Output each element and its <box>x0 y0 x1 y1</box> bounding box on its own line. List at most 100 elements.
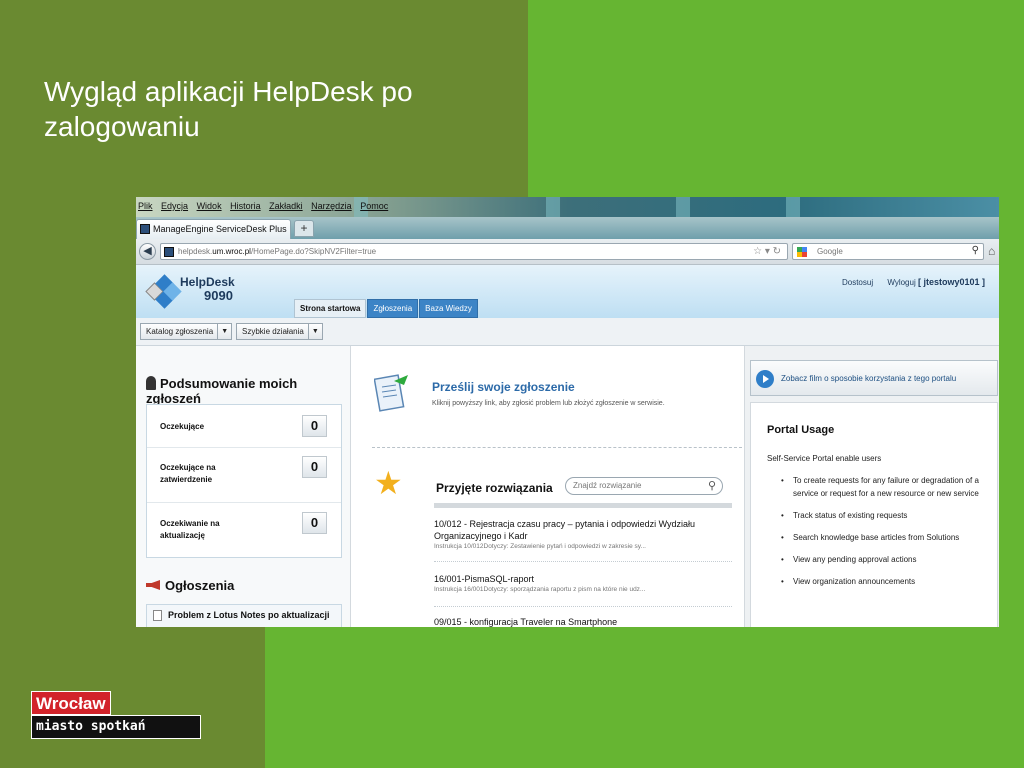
portal-usage-list: To create requests for any failure or de… <box>781 474 986 597</box>
portal-usage-intro: Self-Service Portal enable users <box>767 454 882 463</box>
url-path: /HomePage.do?SkipNV2Filter=true <box>250 247 377 256</box>
menu-zakladki[interactable]: Zakładki <box>269 201 303 211</box>
summary-row-count[interactable]: 0 <box>302 415 327 437</box>
decorative-stripe <box>546 197 560 217</box>
chevron-down-icon: ▼ <box>307 324 322 339</box>
wroclaw-logo-top: Wrocław <box>31 691 111 715</box>
announcements-heading: Ogłoszenia <box>146 578 234 593</box>
summary-row-count[interactable]: 0 <box>302 456 327 478</box>
chevron-down-icon: ▼ <box>217 324 231 339</box>
submit-request-icon <box>374 374 408 412</box>
summary-row-label: Oczekujące <box>160 422 205 431</box>
submit-request-link[interactable]: Prześlij swoje zgłoszenie <box>432 380 575 394</box>
left-column: Podsumowanie moich zgłoszeń Oczekujące 0… <box>136 346 351 627</box>
solution-item[interactable]: 10/012 - Rejestracja czasu pracy – pytan… <box>434 518 732 562</box>
quick-actions-dropdown[interactable]: Szybkie działania ▼ <box>236 323 323 340</box>
list-item: Track status of existing requests <box>781 509 986 522</box>
app-toolbar: Katalog zgłoszenia ▼ Szybkie działania ▼ <box>136 318 999 346</box>
document-icon <box>153 610 162 621</box>
google-icon <box>797 247 807 257</box>
menu-plik[interactable]: Plik <box>138 201 153 211</box>
summary-row-count[interactable]: 0 <box>302 512 327 534</box>
site-favicon-icon <box>164 247 174 257</box>
menu-narzedzia[interactable]: Narzędzia <box>311 201 352 211</box>
logo-number: 9090 <box>204 288 233 303</box>
summary-row-pending[interactable]: Oczekujące 0 <box>147 405 341 448</box>
browser-tab[interactable]: ManageEngine ServiceDesk Plus <box>136 219 291 239</box>
solutions-header-bar <box>434 503 732 508</box>
user-icon <box>146 376 156 390</box>
helpdesk-logo-icon <box>145 274 182 309</box>
header-links: Dostosuj Wyloguj [ jtestowy0101 ] <box>830 277 985 287</box>
logout-link[interactable]: Wyloguj <box>887 278 915 287</box>
solution-desc: Instrukcja 16/001Dotyczy: sporządzania r… <box>434 586 646 593</box>
app-tabs: Strona startowa Zgłoszenia Baza Wiedzy <box>294 299 479 318</box>
url-prefix: helpdesk. <box>178 247 213 256</box>
summary-title: Podsumowanie moich zgłoszeń <box>146 376 298 406</box>
submit-request-description: Kliknij powyższy link, aby zgłosić probl… <box>432 400 665 407</box>
url-domain: um.wroc.pl <box>212 247 251 256</box>
menu-edycja[interactable]: Edycja <box>161 201 188 211</box>
search-icon[interactable]: ⚲ <box>708 479 716 492</box>
browser-menubar: Plik Edycja Widok Historia Zakładki Narz… <box>136 197 999 217</box>
customize-link[interactable]: Dostosuj <box>842 278 873 287</box>
wroclaw-logo: Wrocław miasto spotkań <box>31 691 201 739</box>
back-button[interactable]: ◀ <box>139 243 156 260</box>
new-tab-button[interactable]: + <box>294 220 314 237</box>
summary-heading: Podsumowanie moich zgłoszeń <box>146 376 350 406</box>
browser-tab-title: ManageEngine ServiceDesk Plus <box>153 224 287 234</box>
solution-item[interactable]: 09/015 - konfiguracja Traveler na Smartp… <box>434 616 732 627</box>
url-bar[interactable]: helpdesk.um.wroc.pl/HomePage.do?SkipNV2F… <box>160 243 788 260</box>
app-header: HelpDesk 9090 Dostosuj Wyloguj [ jtestow… <box>136 265 999 318</box>
solutions-title: Przyjęte rozwiązania <box>436 481 553 495</box>
announcement-item[interactable]: Problem z Lotus Notes po aktualizacji <box>146 604 342 627</box>
right-column: Zobacz film o sposobie korzystania z teg… <box>744 346 999 627</box>
summary-row-awaiting-update[interactable]: Oczekiwanie na aktualizację 0 <box>147 503 341 558</box>
tab-requests[interactable]: Zgłoszenia <box>367 299 419 318</box>
solution-title[interactable]: 16/001-PismaSQL-raport <box>434 573 732 585</box>
solution-title[interactable]: 10/012 - Rejestracja czasu pracy – pytan… <box>434 518 732 542</box>
video-tutorial-link[interactable]: Zobacz film o sposobie korzystania z teg… <box>750 360 998 396</box>
menu-historia[interactable]: Historia <box>230 201 261 211</box>
tab-home[interactable]: Strona startowa <box>294 299 367 318</box>
list-item: View organization announcements <box>781 575 986 588</box>
menu-pomoc[interactable]: Pomoc <box>360 201 388 211</box>
decorative-stripe <box>676 197 690 217</box>
solution-item[interactable]: 16/001-PismaSQL-raport Instrukcja 16/001… <box>434 573 732 607</box>
search-icon[interactable]: ⚲ <box>972 245 979 256</box>
quick-actions-label: Szybkie działania <box>242 327 304 336</box>
catalog-dropdown-label: Katalog zgłoszenia <box>146 327 214 336</box>
video-link-text: Zobacz film o sposobie korzystania z teg… <box>781 374 957 383</box>
catalog-dropdown[interactable]: Katalog zgłoszenia ▼ <box>140 323 233 340</box>
middle-column: Prześlij swoje zgłoszenie Kliknij powyżs… <box>352 346 744 627</box>
favicon-icon <box>140 224 150 234</box>
bookmark-reload-icons[interactable]: ☆ ▾ ↻ <box>753 246 781 257</box>
solutions-search-input[interactable]: Znajdź rozwiązanie ⚲ <box>565 477 723 495</box>
tab-knowledge-base[interactable]: Baza Wiedzy <box>419 299 478 318</box>
divider <box>372 447 742 448</box>
solution-title[interactable]: 09/015 - konfiguracja Traveler na Smartp… <box>434 616 732 627</box>
browser-search-placeholder: Google <box>817 247 843 256</box>
application-screenshot: Plik Edycja Widok Historia Zakładki Narz… <box>136 197 999 627</box>
star-icon: ★ <box>374 465 403 501</box>
menu-widok[interactable]: Widok <box>197 201 222 211</box>
list-item: To create requests for any failure or de… <box>781 474 986 500</box>
helpdesk-logo[interactable]: HelpDesk 9090 <box>180 275 235 303</box>
home-icon[interactable]: ⌂ <box>988 244 995 258</box>
slide-title: Wygląd aplikacji HelpDesk po zalogowaniu <box>44 76 413 142</box>
wroclaw-logo-bottom: miasto spotkań <box>31 715 201 739</box>
summary-row-awaiting-approval[interactable]: Oczekujące na zatwierdzenie 0 <box>147 448 341 503</box>
announcement-item-text: Problem z Lotus Notes po aktualizacji <box>168 610 330 620</box>
solutions-search-placeholder: Znajdź rozwiązanie <box>573 481 642 490</box>
list-item: View any pending approval actions <box>781 553 986 566</box>
browser-navbar: ◀ helpdesk.um.wroc.pl/HomePage.do?SkipNV… <box>136 239 999 265</box>
browser-search-input[interactable]: Google ⚲ <box>792 243 984 260</box>
browser-tabbar: ManageEngine ServiceDesk Plus + <box>136 217 999 239</box>
back-arrow-icon: ◀ <box>143 245 152 257</box>
list-item: Search knowledge base articles from Solu… <box>781 531 986 544</box>
announcements-title: Ogłoszenia <box>165 578 235 593</box>
summary-box: Oczekujące 0 Oczekujące na zatwierdzenie… <box>146 404 342 558</box>
logo-name: HelpDesk <box>180 275 235 289</box>
username: [ jtestowy0101 ] <box>917 277 985 287</box>
megaphone-icon <box>146 580 160 590</box>
